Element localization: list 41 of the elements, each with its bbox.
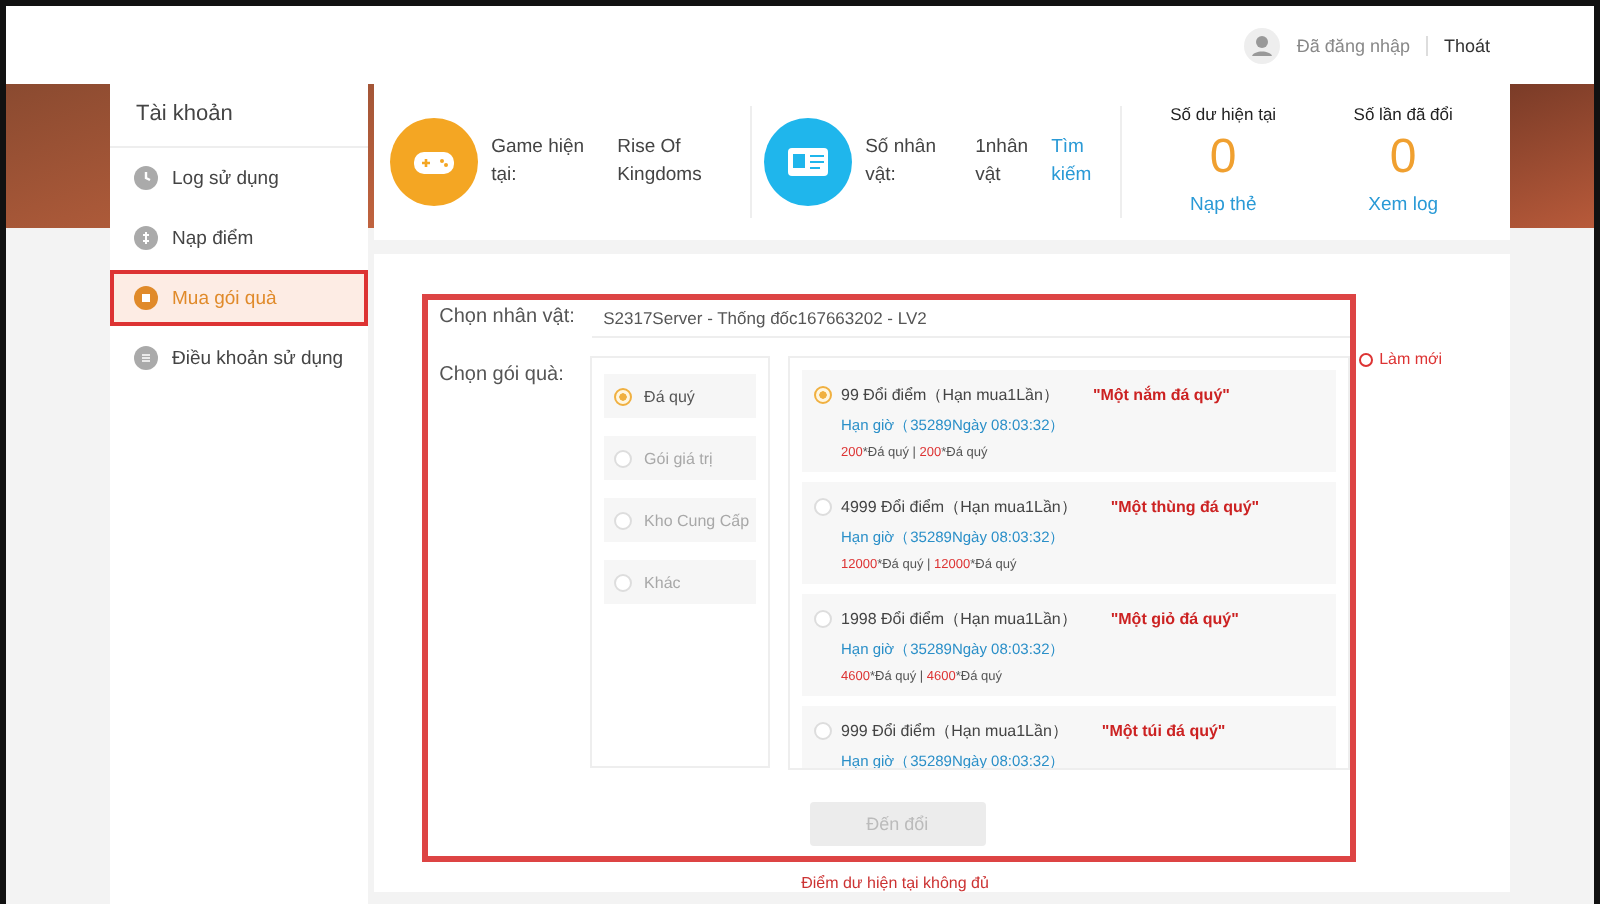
clock-icon <box>134 166 158 190</box>
radio-button[interactable] <box>614 387 633 405</box>
radio-button[interactable] <box>813 386 831 404</box>
counter-label: Số lần đã đổi <box>1353 103 1453 124</box>
sidebar-item[interactable]: Log sử dụng <box>110 150 368 206</box>
radio-button[interactable] <box>813 722 831 740</box>
offer-name: "Một giỏ đá quý" <box>1110 610 1239 628</box>
login-status: Đã đăng nhập <box>1296 35 1428 55</box>
id-card-icon <box>763 118 852 206</box>
gift-icon <box>134 286 158 310</box>
radio-button[interactable] <box>813 610 831 628</box>
offer-title: 1998 Đổi điểm（Hạn mua1Lần） <box>841 608 1077 630</box>
offer-title: 4999 Đổi điểm（Hạn mua1Lần） <box>841 496 1077 518</box>
sidebar-item[interactable]: Điều khoản sử dụng <box>110 330 368 386</box>
error-message: Điểm dư hiện tại không đủ <box>801 874 989 892</box>
characters-label: Số nhân vật: <box>865 133 938 190</box>
game-value: Rise Of Kingdoms <box>617 133 704 190</box>
offer-name: "Một thùng đá quý" <box>1110 498 1260 516</box>
radio-button[interactable] <box>813 498 831 516</box>
sidebar-item[interactable]: Nạp điểm <box>110 210 368 266</box>
user-avatar-icon <box>1244 27 1281 63</box>
offer-title: 999 Đổi điểm（Hạn mua1Lần） <box>841 720 1068 742</box>
game-label: Game hiện tại: <box>491 133 587 190</box>
gamepad-icon <box>389 118 478 206</box>
field-label: Chọn gói quà: <box>439 362 566 386</box>
counter-value: 0 <box>1209 129 1237 186</box>
field-label: Chọn nhân vật: <box>439 304 577 328</box>
sidebar-title: Tài khoản <box>110 84 368 148</box>
offer-title: 99 Đổi điểm（Hạn mua1Lần） <box>841 384 1059 406</box>
offer-name: "Một nắm đá quý" <box>1092 386 1230 404</box>
logout-link[interactable]: Thoát <box>1443 35 1490 55</box>
refresh-icon <box>1357 351 1374 367</box>
characters-value: 1nhân vật <box>975 133 1031 190</box>
offer-name: "Một túi đá quý" <box>1101 722 1226 740</box>
category-option[interactable]: Đá quý <box>604 374 755 418</box>
counter-label: Số dư hiện tại <box>1170 103 1277 124</box>
coin-icon <box>134 226 158 250</box>
character-select[interactable]: S2317Server - Thống đốc167663202 - LV2 <box>591 300 1350 338</box>
counter-value: 0 <box>1389 129 1417 186</box>
doc-icon <box>134 346 158 370</box>
refresh-link[interactable]: Làm mới <box>1357 350 1443 368</box>
